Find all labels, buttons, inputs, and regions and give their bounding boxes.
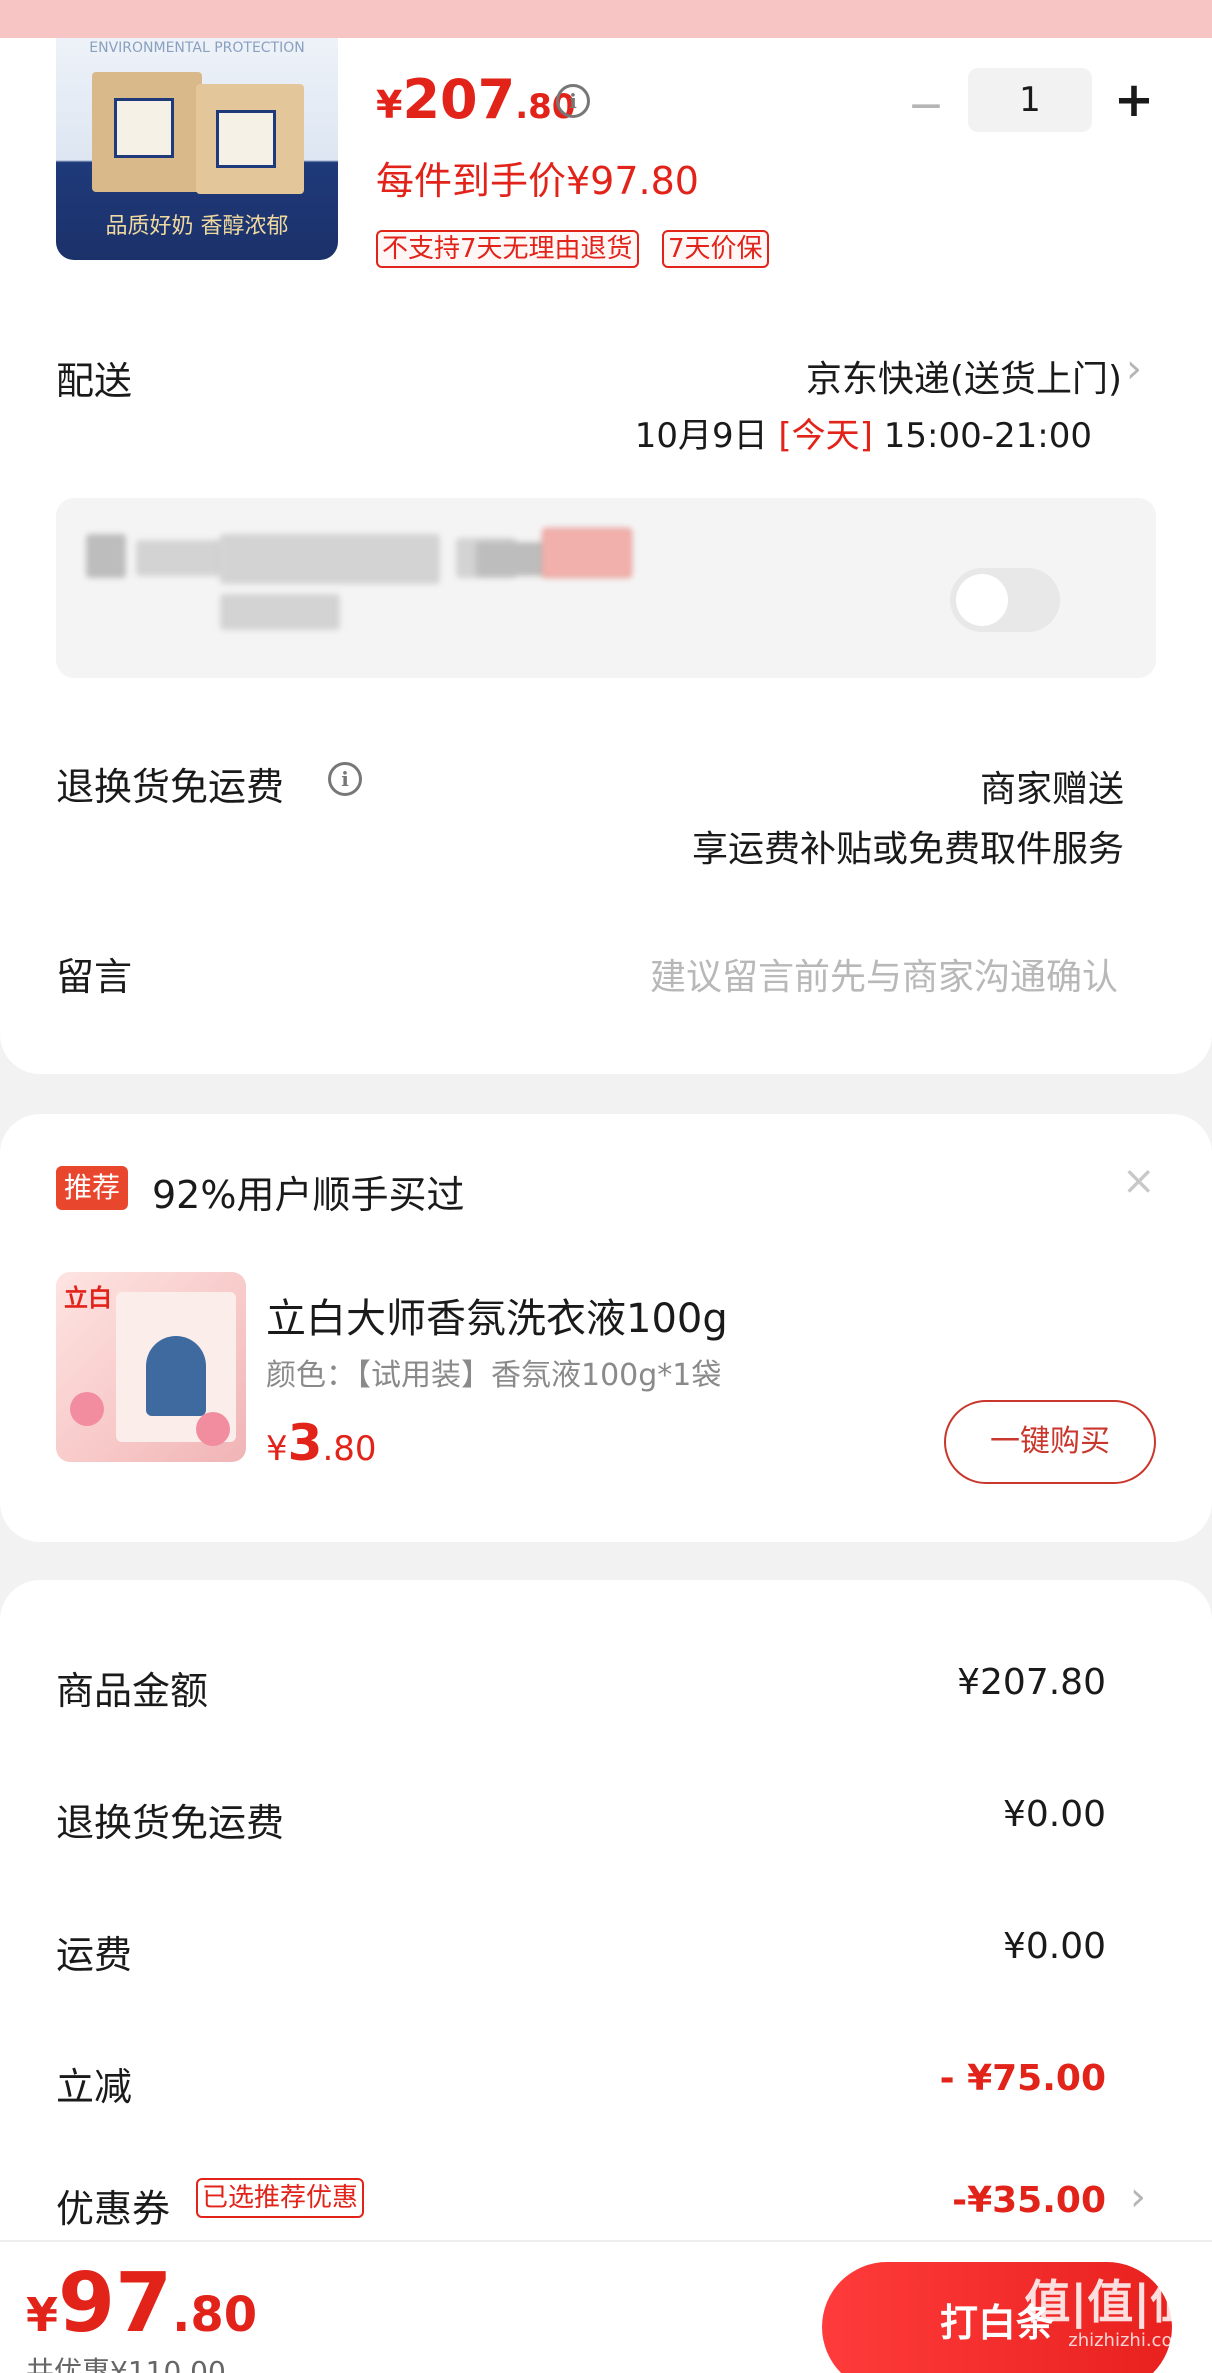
recommend-badge: 推荐 bbox=[56, 1166, 129, 1210]
order-detail-card: ENVIRONMENTAL PROTECTION 品质好奶 香醇浓郁 ¥207.… bbox=[0, 38, 1212, 1074]
site-watermark-url: zhizhizhi.com bbox=[1068, 2330, 1190, 2351]
return-shipping-info-icon[interactable]: i bbox=[328, 762, 362, 796]
summary-row-value: ¥207.80 bbox=[957, 1662, 1106, 1703]
summary-row-value: ¥0.00 bbox=[1002, 1926, 1106, 1967]
summary-row-label: 商品金额 bbox=[56, 1669, 209, 1713]
flower-decoration bbox=[196, 1412, 230, 1446]
option-toggle[interactable] bbox=[950, 568, 1060, 632]
instant-discount-value: - ¥75.00 bbox=[939, 2058, 1106, 2099]
product-price: ¥207.80 bbox=[376, 68, 575, 131]
price-info-icon[interactable]: i bbox=[556, 84, 590, 118]
delivery-method[interactable]: 京东快递(送货上门) bbox=[806, 350, 1122, 402]
message-input[interactable]: 建议留言前先与商家沟通确认 bbox=[650, 948, 1118, 1000]
coupon-value[interactable]: -¥35.00 bbox=[952, 2180, 1106, 2221]
close-icon[interactable]: × bbox=[1122, 1158, 1156, 1204]
message-label: 留言 bbox=[56, 955, 133, 999]
coupon-label[interactable]: 优惠券 bbox=[56, 2178, 170, 2233]
product-slogan: 品质好奶 香醇浓郁 bbox=[105, 214, 289, 239]
recommend-product-name[interactable]: 立白大师香氛洗衣液100g bbox=[266, 1286, 728, 1344]
summary-row-label: 退换货免运费 bbox=[56, 1801, 285, 1845]
price-currency: ¥ bbox=[376, 83, 403, 127]
price-protect-tag: 7天价保 bbox=[662, 230, 769, 268]
redacted-block bbox=[220, 534, 440, 584]
rec-price-integer: 3 bbox=[287, 1414, 323, 1472]
total-price: ¥97.80 bbox=[26, 2256, 257, 2351]
return-shipping-label: 退换货免运费 bbox=[56, 765, 285, 809]
no-7day-return-tag: 不支持7天无理由退货 bbox=[376, 230, 639, 268]
product-image-caption: ENVIRONMENTAL PROTECTION bbox=[89, 40, 305, 56]
redacted-tag bbox=[542, 528, 632, 578]
recommend-title: 92%用户顺手买过 bbox=[152, 1173, 465, 1217]
liby-logo: 立白 bbox=[64, 1284, 112, 1312]
status-strip bbox=[0, 0, 1212, 38]
total-saved: 共优惠¥110.00 bbox=[26, 2355, 226, 2373]
bag-figure bbox=[146, 1336, 206, 1416]
redacted-block bbox=[220, 594, 340, 630]
summary-row-label: 运费 bbox=[56, 1933, 133, 1977]
checkout-bar: ¥97.80 共优惠¥110.00 打白条 值|值|值 zhizhizhi.co… bbox=[0, 2240, 1212, 2373]
total-integer: 97 bbox=[58, 2256, 173, 2351]
redacted-block bbox=[86, 534, 126, 578]
quantity-input[interactable]: 1 bbox=[968, 68, 1092, 132]
summary-row-value: ¥0.00 bbox=[1002, 1794, 1106, 1835]
recommend-product-spec: 颜色：【试用装】香氛液100g*1袋 bbox=[266, 1358, 722, 1393]
price-integer: 207 bbox=[402, 68, 516, 131]
delivery-chevron-icon[interactable]: › bbox=[1126, 346, 1142, 392]
product-image[interactable]: ENVIRONMENTAL PROTECTION 品质好奶 香醇浓郁 bbox=[56, 38, 338, 260]
coupon-chevron-icon[interactable]: › bbox=[1130, 2174, 1146, 2220]
milk-label-left bbox=[114, 98, 174, 158]
total-decimal: .80 bbox=[172, 2287, 258, 2343]
milk-label-right bbox=[216, 110, 276, 168]
delivery-date: 10月9日 bbox=[634, 416, 768, 456]
summary-row-label: 立减 bbox=[56, 2065, 133, 2109]
rec-price-decimal: .80 bbox=[322, 1429, 377, 1469]
return-shipping-desc: 享运费补贴或免费取件服务 bbox=[691, 829, 1124, 870]
final-unit-price: 每件到手价¥97.80 bbox=[376, 159, 699, 203]
recommend-product-image[interactable]: 立白 bbox=[56, 1272, 246, 1462]
one-click-buy-button[interactable]: 一键购买 bbox=[944, 1400, 1156, 1484]
recommend-card: 推荐 92%用户顺手买过 × 立白 立白大师香氛洗衣液100g 颜色：【试用装】… bbox=[0, 1114, 1212, 1542]
return-shipping-gift: 商家赠送 bbox=[979, 769, 1124, 810]
rec-price-currency: ¥ bbox=[266, 1429, 288, 1469]
delivery-today: [今天] bbox=[778, 416, 873, 456]
quantity-minus-button[interactable]: − bbox=[902, 84, 950, 128]
recommend-product-price: ¥3.80 bbox=[266, 1414, 377, 1472]
total-currency: ¥ bbox=[26, 2288, 59, 2342]
toggle-knob bbox=[956, 574, 1008, 626]
delivery-window: 15:00-21:00 bbox=[883, 416, 1092, 456]
flower-decoration bbox=[70, 1392, 104, 1426]
delivery-time: 10月9日 [今天] 15:00-21:00 bbox=[635, 408, 1092, 457]
delivery-label: 配送 bbox=[56, 359, 133, 403]
coupon-selected-tag: 已选推荐优惠 bbox=[196, 2178, 365, 2218]
quantity-plus-button[interactable]: + bbox=[1110, 76, 1158, 124]
redacted-block bbox=[476, 542, 546, 576]
site-watermark: 值|值|值 bbox=[1024, 2275, 1196, 2329]
